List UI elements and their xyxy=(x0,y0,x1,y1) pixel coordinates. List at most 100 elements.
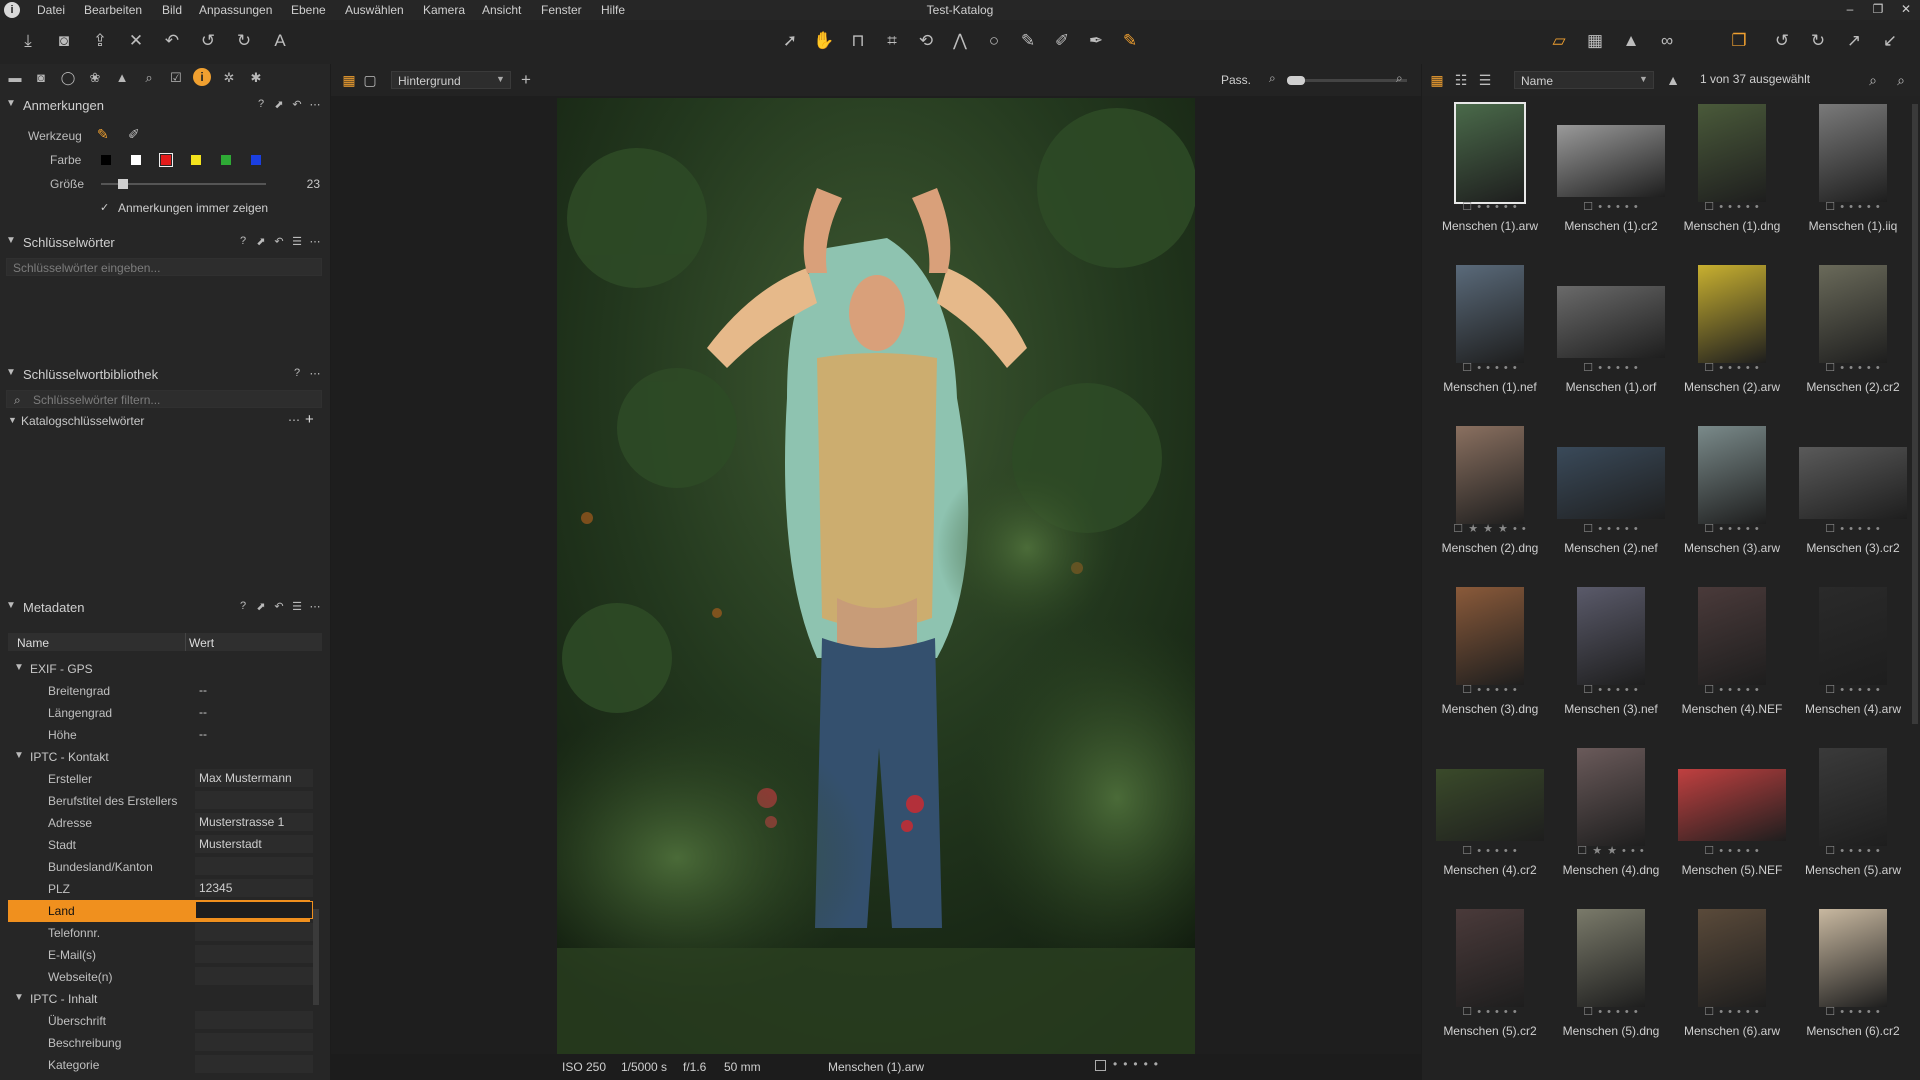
keywords-header[interactable]: ▼ Schlüsselwörter ? ⬈ ↶ ☰ ⋯ xyxy=(0,231,330,255)
export-icon[interactable]: ⇪ xyxy=(88,29,112,53)
multi-view-icon[interactable]: ▦ xyxy=(338,69,360,91)
keyword-filter-input[interactable]: ⌕ Schlüsselwörter filtern... xyxy=(6,390,322,408)
color-tab-icon[interactable]: ❀ xyxy=(86,69,104,87)
metadata-field-value[interactable]: -- xyxy=(195,681,313,699)
size-slider-track[interactable] xyxy=(101,179,266,189)
keystone-icon[interactable]: ⋀ xyxy=(948,29,972,53)
close-icon[interactable]: ✕ xyxy=(1896,2,1916,18)
metadata-field-value[interactable]: -- xyxy=(195,725,313,743)
thumbnail[interactable]: ☐ • • • • • Menschen (1).arw xyxy=(1430,102,1550,264)
thumbnail-rating[interactable]: ☐ • • • • • xyxy=(1793,200,1913,213)
thumbnail-rating[interactable]: ☐ • • • • • xyxy=(1672,1005,1792,1018)
thumbnail-rating[interactable]: ☐ • • • • • xyxy=(1430,200,1550,213)
thumbnail[interactable]: ☐ • • • • • Menschen (5).cr2 xyxy=(1430,909,1550,1069)
metadata-row[interactable]: Längengrad -- xyxy=(8,702,310,724)
thumbnail-rating[interactable]: ☐ • • • • • xyxy=(1672,200,1792,213)
list-icon[interactable]: ☰ xyxy=(290,600,304,613)
filter-icon[interactable]: ⌕ xyxy=(1862,69,1884,91)
color-swatch-yellow[interactable] xyxy=(191,155,201,165)
thumbnail-rating[interactable]: ☐ • • • • • xyxy=(1430,844,1550,857)
help-icon[interactable]: ? xyxy=(236,600,250,612)
restore-icon[interactable]: ❐ xyxy=(1868,2,1888,18)
thumbnail-rating[interactable]: ☐ ★ ★ • • • xyxy=(1551,844,1671,857)
more-icon[interactable]: ⋯ xyxy=(308,98,322,111)
thumbnail-rating[interactable]: ☐ • • • • • xyxy=(1672,683,1792,696)
proof-icon[interactable]: ▱ xyxy=(1547,29,1571,53)
thumbnail-image[interactable] xyxy=(1557,125,1665,197)
brush-icon[interactable]: ✎ xyxy=(1016,29,1040,53)
thumbnail[interactable]: ☐ • • • • • Menschen (2).cr2 xyxy=(1793,265,1913,425)
metadata-row[interactable]: Stadt Musterstadt xyxy=(8,834,313,856)
paste-icon[interactable]: ↙ xyxy=(1878,29,1902,53)
help-icon[interactable]: ? xyxy=(236,235,250,247)
add-icon[interactable]: + xyxy=(305,411,314,428)
details-tab-icon[interactable]: ⌕ xyxy=(140,69,158,87)
pan-icon[interactable]: ✋ xyxy=(812,29,836,53)
thumbnail-rating[interactable]: ☐ • • • • • xyxy=(1551,361,1671,374)
warning-icon[interactable]: ▲ xyxy=(1619,29,1643,53)
thumbnail-rating[interactable]: ☐ • • • • • xyxy=(1430,683,1550,696)
thumbnail-rating[interactable]: ☐ • • • • • xyxy=(1551,1005,1671,1018)
filmstrip-view-icon[interactable]: ☰ xyxy=(1474,69,1496,91)
thumbnail-image[interactable] xyxy=(1819,265,1887,363)
thumbnail-rating[interactable]: ☐ • • • • • xyxy=(1672,844,1792,857)
thumbnail-image[interactable] xyxy=(1678,769,1786,841)
thumbnail-image[interactable] xyxy=(1577,587,1645,685)
batch-tab-icon[interactable]: ✱ xyxy=(247,69,265,87)
adjust-tab-icon[interactable]: ☑ xyxy=(167,69,185,87)
thumbnail[interactable]: ☐ • • • • • Menschen (3).dng xyxy=(1430,587,1550,747)
thumbnail-image[interactable] xyxy=(1819,909,1887,1007)
metadata-tab-icon[interactable]: i xyxy=(193,68,211,86)
thumbnail[interactable]: ☐ ★ ★ ★ • • Menschen (2).dng xyxy=(1430,426,1550,586)
sort-select[interactable]: Name ▼ xyxy=(1514,71,1654,89)
thumbnail-rating[interactable]: ☐ • • • • • xyxy=(1551,200,1671,213)
thumbnail-rating[interactable]: ☐ • • • • • xyxy=(1551,683,1671,696)
thumbnail[interactable]: ☐ • • • • • Menschen (6).cr2 xyxy=(1793,909,1913,1069)
more-icon[interactable]: ⋯ xyxy=(308,367,322,380)
add-layer-icon[interactable]: + xyxy=(515,69,537,91)
metadata-field-value[interactable] xyxy=(195,1033,313,1051)
thumbnail-image[interactable] xyxy=(1454,102,1526,204)
thumbnail[interactable]: ☐ • • • • • Menschen (6).arw xyxy=(1672,909,1792,1069)
column-name[interactable]: Name xyxy=(17,636,49,650)
thumbnail-image[interactable] xyxy=(1557,447,1665,519)
thumbnail[interactable]: ☐ • • • • • Menschen (1).dng xyxy=(1672,104,1792,264)
metadata-row[interactable]: Beschreibung xyxy=(8,1032,313,1054)
single-view-icon[interactable]: ▢ xyxy=(359,69,381,91)
annotate-icon[interactable]: ✎ xyxy=(1118,29,1142,53)
thumbnail-rating[interactable]: ☐ • • • • • xyxy=(1672,361,1792,374)
catalog-keywords-label[interactable]: Katalogschlüsselwörter xyxy=(21,414,144,428)
picker-icon[interactable]: ✒ xyxy=(1084,29,1108,53)
metadata-field-value[interactable] xyxy=(195,945,313,963)
help-icon[interactable]: ? xyxy=(254,98,268,110)
thumbnail-rating[interactable]: ☐ • • • • • xyxy=(1793,844,1913,857)
zoom-slider-handle[interactable] xyxy=(1287,76,1305,85)
thumbnail[interactable]: ☐ • • • • • Menschen (3).arw xyxy=(1672,426,1792,586)
metadata-row[interactable]: Berufstitel des Erstellers xyxy=(8,790,313,812)
thumbnail-image[interactable] xyxy=(1698,909,1766,1007)
thumbnail-image[interactable] xyxy=(1456,265,1524,363)
thumbnail-rating[interactable]: ☐ ★ ★ ★ • • xyxy=(1430,522,1550,535)
metadata-group[interactable]: ▼ EXIF - GPS xyxy=(8,658,310,680)
history-icon[interactable]: ↶ xyxy=(160,29,184,53)
more-icon[interactable]: ⋯ xyxy=(288,413,300,427)
browser-scrollbar[interactable] xyxy=(1912,104,1918,724)
thumbnail-image[interactable] xyxy=(1698,265,1766,363)
more-icon[interactable]: ⋯ xyxy=(308,600,322,613)
minimize-icon[interactable]: – xyxy=(1840,2,1860,18)
metadata-row[interactable]: Überschrift xyxy=(8,1010,313,1032)
reset-icon[interactable]: ↶ xyxy=(290,98,304,111)
eraser-icon[interactable]: ✐ xyxy=(128,126,140,143)
pin-icon[interactable]: ⬈ xyxy=(254,235,268,248)
keywords-input[interactable]: Schlüsselwörter eingeben... xyxy=(6,258,322,276)
size-slider-handle[interactable] xyxy=(117,179,128,189)
camera-icon[interactable]: ◙ xyxy=(52,29,76,53)
metadata-row[interactable]: Kategorie xyxy=(8,1054,313,1076)
capture-tab-icon[interactable]: ◙ xyxy=(32,69,50,87)
thumbnail-image[interactable] xyxy=(1456,587,1524,685)
stamp-icon[interactable]: ⊓ xyxy=(846,29,870,53)
metadata-field-value[interactable] xyxy=(195,791,313,809)
metadata-field-value[interactable] xyxy=(195,901,313,919)
color-swatch-black[interactable] xyxy=(101,155,111,165)
thumbnail-image[interactable] xyxy=(1456,426,1524,524)
